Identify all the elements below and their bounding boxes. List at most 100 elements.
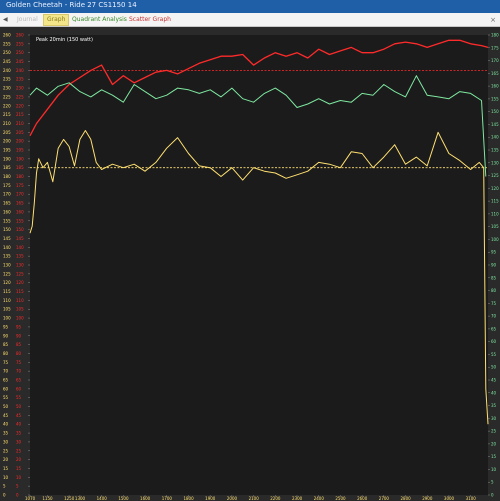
right-tick-label: 20 — [491, 441, 497, 446]
left-tick-label: 165 — [3, 201, 11, 206]
right-tick-label: 175 — [491, 45, 499, 50]
left-tick-label-hr: 80 — [16, 351, 22, 356]
left-tick-label: 20 — [3, 457, 9, 462]
right-tick-label: 170 — [491, 58, 499, 63]
title-bar: Golden Cheetah - Ride 27 CS1150 14 — [0, 0, 500, 13]
tab-graph[interactable]: Graph — [43, 14, 70, 26]
left-tick-label: 80 — [3, 351, 9, 356]
left-tick-label-hr: 220 — [16, 103, 24, 108]
left-tick-label: 45 — [3, 413, 9, 418]
left-tick-label: 235 — [3, 77, 11, 82]
left-tick-label-hr: 100 — [16, 316, 24, 321]
x-tick-label: 1700 — [162, 496, 173, 501]
left-tick-label-hr: 170 — [16, 192, 24, 197]
left-tick-label: 140 — [3, 245, 11, 250]
left-tick-label-hr: 250 — [16, 50, 24, 55]
left-tick-label: 65 — [3, 378, 9, 383]
left-tick-label-hr: 40 — [16, 422, 22, 427]
right-tick-label: 80 — [491, 288, 497, 293]
left-tick-label-hr: 185 — [16, 165, 24, 170]
left-tick-label-hr: 190 — [16, 156, 24, 161]
tab-scatter-graph[interactable]: Scatter Graph — [126, 15, 174, 25]
left-tick-label-hr: 210 — [16, 121, 24, 126]
left-tick-label-hr: 10 — [16, 475, 22, 480]
left-tick-label-hr: 150 — [16, 227, 24, 232]
x-tick-label: 2100 — [249, 496, 260, 501]
right-tick-label: 65 — [491, 326, 497, 331]
tab-journal[interactable]: Journal — [14, 15, 41, 25]
left-tick-label-hr: 45 — [16, 413, 22, 418]
left-tick-label-hr: 140 — [16, 245, 24, 250]
x-tick-label: 2900 — [422, 496, 433, 501]
left-tick-label-hr: 55 — [16, 395, 22, 400]
tab-quadrant-analysis[interactable]: Quadrant Analysis — [69, 15, 130, 25]
left-tick-label-hr: 90 — [16, 333, 22, 338]
left-tick-label: 75 — [3, 360, 9, 365]
left-tick-label: 215 — [3, 112, 11, 117]
right-tick-label: 155 — [491, 96, 499, 101]
left-tick-label-hr: 130 — [16, 263, 24, 268]
left-tick-label: 195 — [3, 148, 11, 153]
left-tick-label: 245 — [3, 59, 11, 64]
right-tick-label: 50 — [491, 365, 497, 370]
right-tick-label: 35 — [491, 403, 497, 408]
x-tick-label: 2600 — [357, 496, 368, 501]
left-tick-label: 115 — [3, 289, 11, 294]
x-tick-label: 1070 — [25, 496, 36, 501]
right-tick-label: 60 — [491, 339, 497, 344]
left-tick-label-hr: 180 — [16, 174, 24, 179]
right-tick-label: 90 — [491, 263, 497, 268]
left-tick-label-hr: 175 — [16, 183, 24, 188]
left-tick-label: 135 — [3, 254, 11, 259]
right-tick-label: 160 — [491, 84, 499, 89]
left-tick-label: 155 — [3, 218, 11, 223]
close-icon[interactable]: × — [490, 15, 496, 25]
left-tick-label: 145 — [3, 236, 11, 241]
left-tick-label-hr: 70 — [16, 369, 22, 374]
tab-bar: ◀ Journal Graph Quadrant Analysis Scatte… — [0, 13, 500, 27]
left-tick-label: 170 — [3, 192, 11, 197]
left-tick-label: 200 — [3, 139, 11, 144]
app-window: { "window": { "title": "Golden Cheetah -… — [0, 0, 500, 501]
left-tick-label-hr: 240 — [16, 68, 24, 73]
left-tick-label-hr: 15 — [16, 466, 22, 471]
left-tick-label-hr: 215 — [16, 112, 24, 117]
right-tick-label: 145 — [491, 122, 499, 127]
tab-scroll-left-icon[interactable]: ◀ — [3, 15, 8, 25]
right-tick-label: 120 — [491, 186, 499, 191]
left-tick-label-hr: 115 — [16, 289, 24, 294]
left-tick-label: 185 — [3, 165, 11, 170]
left-tick-label-hr: 225 — [16, 94, 24, 99]
window-title: Golden Cheetah - Ride 27 CS1150 14 — [6, 1, 137, 9]
right-tick-label: 70 — [491, 314, 497, 319]
x-tick-label: 1900 — [205, 496, 216, 501]
right-tick-label: 75 — [491, 301, 497, 306]
left-tick-label-hr: 155 — [16, 218, 24, 223]
left-tick-label: 50 — [3, 404, 9, 409]
right-tick-label: 40 — [491, 390, 497, 395]
left-tick-label: 130 — [3, 263, 11, 268]
left-tick-label: 220 — [3, 103, 11, 108]
left-tick-label-hr: 20 — [16, 457, 22, 462]
left-tick-label-hr: 65 — [16, 378, 22, 383]
left-tick-label-hr: 95 — [16, 324, 22, 329]
right-tick-label: 110 — [491, 211, 499, 216]
left-tick-label: 120 — [3, 280, 11, 285]
left-tick-label-hr: 120 — [16, 280, 24, 285]
right-tick-label: 55 — [491, 352, 497, 357]
x-tick-label: 1800 — [183, 496, 194, 501]
x-tick-label: 1600 — [140, 496, 151, 501]
right-tick-label: 15 — [491, 454, 497, 459]
x-tick-label: 1300 — [75, 496, 86, 501]
left-tick-label-hr: 230 — [16, 86, 24, 91]
left-tick-label: 25 — [3, 448, 9, 453]
left-tick-label-hr: 85 — [16, 342, 22, 347]
x-tick-label: 2500 — [335, 496, 346, 501]
right-tick-label: 165 — [491, 71, 499, 76]
left-tick-label-hr: 35 — [16, 431, 22, 436]
right-tick-label: 125 — [491, 173, 499, 178]
left-tick-label-hr: 145 — [16, 236, 24, 241]
left-tick-label-hr: 75 — [16, 360, 22, 365]
plot-area — [30, 35, 488, 495]
right-tick-label: 150 — [491, 109, 499, 114]
